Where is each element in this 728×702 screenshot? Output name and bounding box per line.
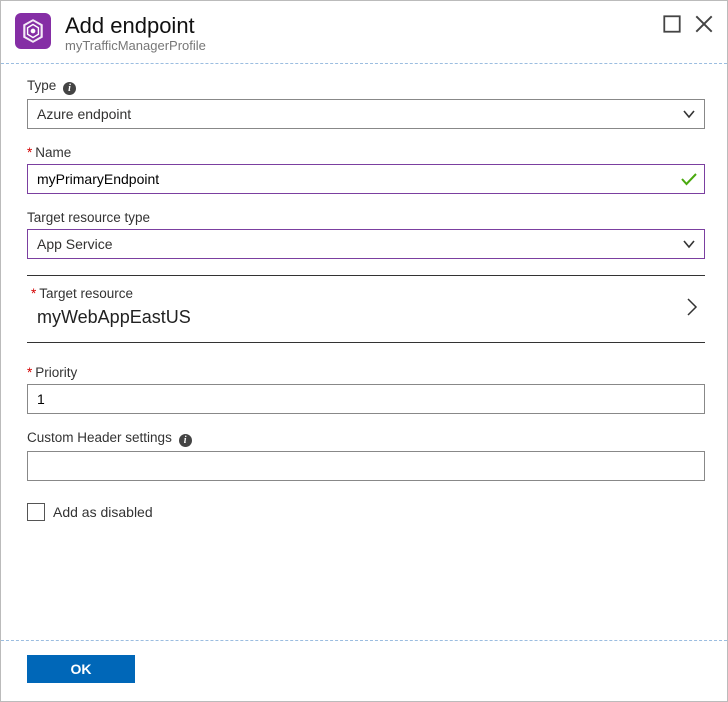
chevron-down-icon [682,237,696,251]
priority-label: *Priority [27,365,705,380]
type-select[interactable]: Azure endpoint [27,99,705,129]
panel-header: Add endpoint myTrafficManagerProfile [1,1,727,64]
panel-title: Add endpoint [65,13,663,38]
close-button[interactable] [695,15,713,33]
target-resource-label-text: Target resource [39,286,133,301]
name-input-wrap [27,164,705,194]
custom-header-label: Custom Header settings i [27,430,705,447]
target-resource-type-value: App Service [37,236,112,252]
type-label-text: Type [27,78,56,93]
maximize-button[interactable] [663,15,681,33]
panel-subtitle: myTrafficManagerProfile [65,38,663,53]
priority-input[interactable] [27,384,705,414]
target-resource-type-label: Target resource type [27,210,705,225]
name-input[interactable] [27,164,705,194]
add-endpoint-panel: Add endpoint myTrafficManagerProfile Typ… [0,0,728,702]
name-field: *Name [27,145,705,194]
target-resource-picker[interactable]: *Target resource myWebAppEastUS [27,276,705,342]
checkbox-box [27,503,45,521]
chevron-down-icon [682,107,696,121]
info-icon[interactable]: i [179,434,192,447]
custom-header-field: Custom Header settings i [27,430,705,481]
window-controls [663,13,713,33]
target-resource-field: *Target resource myWebAppEastUS [27,275,705,343]
required-indicator: * [31,286,36,301]
checkmark-icon [681,172,697,186]
target-resource-value: myWebAppEastUS [31,307,685,328]
type-label: Type i [27,78,705,95]
chevron-right-icon [685,297,699,317]
required-indicator: * [27,365,32,380]
form-body: Type i Azure endpoint *Name [1,64,727,640]
priority-label-text: Priority [35,365,77,380]
name-label-text: Name [35,145,71,160]
target-resource-label: *Target resource [31,286,685,301]
add-as-disabled-checkbox[interactable]: Add as disabled [27,503,705,521]
type-field: Type i Azure endpoint [27,78,705,129]
divider [27,342,705,343]
priority-field: *Priority [27,365,705,414]
target-resource-text: *Target resource myWebAppEastUS [31,286,685,328]
target-resource-type-select[interactable]: App Service [27,229,705,259]
info-icon[interactable]: i [63,82,76,95]
required-indicator: * [27,145,32,160]
custom-header-label-text: Custom Header settings [27,430,172,445]
target-resource-type-label-text: Target resource type [27,210,150,225]
custom-header-input[interactable] [27,451,705,481]
target-resource-type-field: Target resource type App Service [27,210,705,259]
panel-footer: OK [1,640,727,701]
type-select-value: Azure endpoint [37,106,131,122]
add-as-disabled-label: Add as disabled [53,504,153,520]
traffic-manager-icon [15,13,51,49]
ok-button[interactable]: OK [27,655,135,683]
header-titles: Add endpoint myTrafficManagerProfile [65,13,663,53]
name-label: *Name [27,145,705,160]
